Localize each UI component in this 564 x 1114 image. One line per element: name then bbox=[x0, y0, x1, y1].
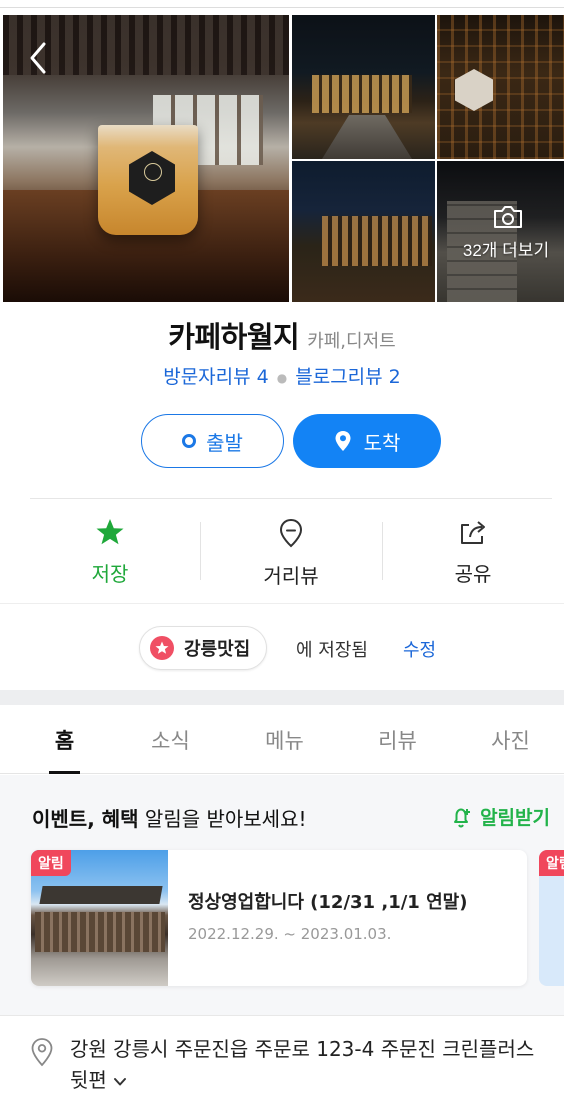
back-icon[interactable] bbox=[24, 38, 54, 78]
separator-dot: ● bbox=[276, 370, 288, 385]
more-photos-link[interactable]: 32개 더보기 bbox=[448, 236, 564, 261]
location-pin-icon bbox=[31, 1038, 53, 1067]
visitor-review-link[interactable]: 방문자리뷰 4 bbox=[163, 366, 269, 388]
save-button[interactable]: 저장 bbox=[20, 518, 200, 587]
place-name: 카페하월지 bbox=[168, 320, 300, 354]
share-button[interactable]: 공유 bbox=[383, 518, 563, 587]
event-section-title: 이벤트, 혜택 알림을 받아보세요! bbox=[32, 803, 307, 832]
review-links: 방문자리뷰 4 ● 블로그리뷰 2 bbox=[0, 362, 564, 389]
share-label: 공유 bbox=[454, 562, 492, 586]
save-label: 저장 bbox=[91, 562, 129, 586]
divider bbox=[30, 498, 552, 499]
gallery-photo-4[interactable] bbox=[437, 161, 564, 302]
saved-list-name: 강릉맛집 bbox=[184, 639, 251, 660]
star-badge-icon bbox=[150, 636, 174, 660]
camera-icon bbox=[494, 206, 522, 228]
arrive-route-label: 도착 bbox=[363, 430, 401, 455]
event-card-title: 정상영업합니다 (12/31 ,1/1 연말) bbox=[188, 892, 468, 913]
gallery-photo-3[interactable] bbox=[292, 161, 435, 302]
tab-menu[interactable]: 메뉴 bbox=[228, 725, 341, 755]
saved-list-chip[interactable]: 강릉맛집 bbox=[139, 626, 268, 670]
star-icon bbox=[96, 519, 124, 545]
subscribe-alarm-label: 알림받기 bbox=[480, 807, 550, 829]
active-tab-indicator bbox=[49, 771, 80, 774]
event-title-bold: 이벤트, 혜택 bbox=[32, 807, 139, 831]
event-section: 이벤트, 혜택 알림을 받아보세요! 알림받기 알림 정상영업합니다 (12/3… bbox=[0, 775, 564, 1015]
tab-news[interactable]: 소식 bbox=[114, 725, 227, 755]
bell-plus-icon bbox=[454, 808, 471, 828]
place-category: 카페,디저트 bbox=[307, 331, 396, 352]
address-text: 강원 강릉시 주문진읍 주문로 123-4 주문진 크린플러스 뒷편 bbox=[70, 1037, 535, 1092]
divider bbox=[0, 603, 564, 604]
destination-pin-icon bbox=[335, 431, 351, 451]
street-view-button[interactable]: 거리뷰 bbox=[201, 518, 381, 589]
street-view-label: 거리뷰 bbox=[263, 564, 319, 588]
gallery-photo-2[interactable] bbox=[437, 15, 564, 159]
start-route-label: 출발 bbox=[206, 430, 243, 455]
tab-home[interactable]: 홈 bbox=[8, 725, 121, 755]
share-icon bbox=[461, 521, 485, 544]
event-card-next[interactable]: 알림 bbox=[539, 850, 564, 986]
origin-dot-icon bbox=[182, 434, 197, 448]
map-pin-icon bbox=[279, 518, 303, 548]
photo-gallery: 32개 더보기 bbox=[0, 7, 564, 302]
gallery-photo-1[interactable] bbox=[292, 15, 435, 159]
tab-reviews[interactable]: 리뷰 bbox=[341, 725, 454, 755]
chevron-down-icon[interactable] bbox=[113, 1075, 127, 1089]
place-header: 카페하월지 카페,디저트 bbox=[0, 314, 564, 356]
address-row[interactable]: 강원 강릉시 주문진읍 주문로 123-4 주문진 크린플러스 뒷편 bbox=[30, 1034, 550, 1096]
event-badge: 알림 bbox=[31, 850, 71, 876]
blog-review-link[interactable]: 블로그리뷰 2 bbox=[295, 366, 401, 388]
edit-saved-link[interactable]: 수정 bbox=[403, 636, 436, 662]
saved-list-row: 강릉맛집 에 저장됨 수정 bbox=[0, 624, 564, 670]
arrive-route-button[interactable]: 도착 bbox=[293, 414, 441, 468]
address-text-block: 강원 강릉시 주문진읍 주문로 123-4 주문진 크린플러스 뒷편 bbox=[70, 1034, 550, 1096]
event-badge: 알림 bbox=[539, 850, 564, 876]
event-title-rest: 알림을 받아보세요! bbox=[138, 807, 307, 831]
divider bbox=[0, 1015, 564, 1016]
tab-photos[interactable]: 사진 bbox=[454, 725, 564, 755]
event-card[interactable]: 알림 정상영업합니다 (12/31 ,1/1 연말) 2022.12.29. ~… bbox=[31, 850, 527, 986]
section-gap bbox=[0, 690, 564, 705]
tab-bar: 홈 소식 메뉴 리뷰 사진 bbox=[0, 705, 564, 774]
saved-status-text: 에 저장됨 bbox=[296, 640, 368, 661]
event-card-date: 2022.12.29. ~ 2023.01.03. bbox=[188, 925, 392, 943]
subscribe-alarm-button[interactable]: 알림받기 bbox=[450, 803, 550, 830]
start-route-button[interactable]: 출발 bbox=[141, 414, 284, 468]
action-bar: 저장 거리뷰 공유 bbox=[0, 500, 564, 604]
